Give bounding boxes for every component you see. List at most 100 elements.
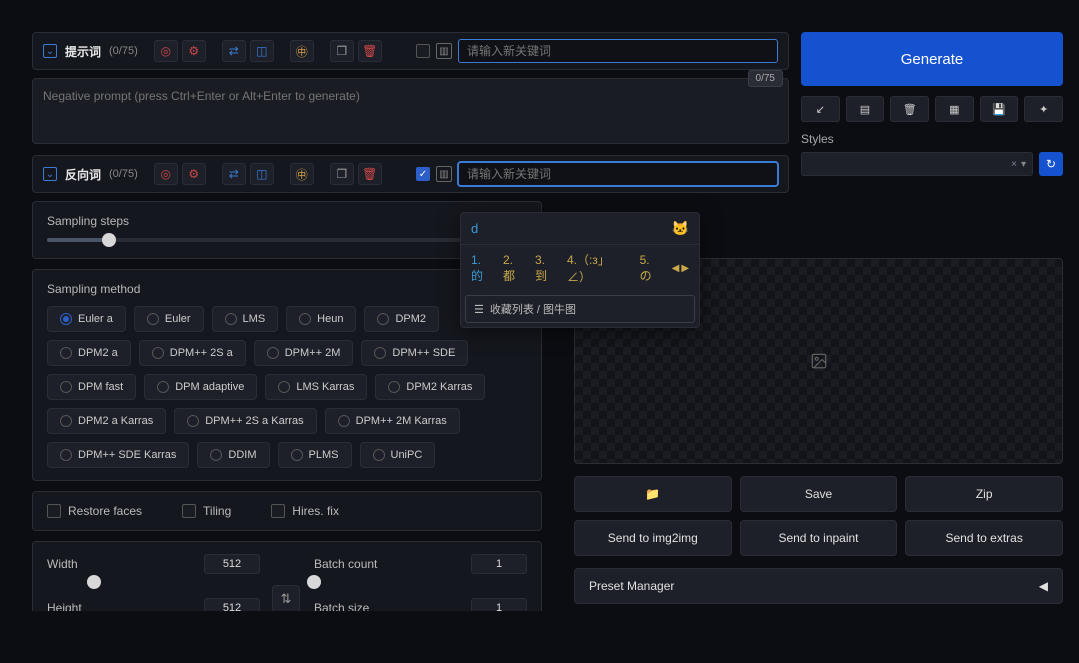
sampler-option[interactable]: DPM2 a bbox=[47, 340, 131, 366]
chevron-down-icon[interactable]: ⌄ bbox=[43, 44, 57, 58]
translate-icon[interactable]: ㊥ bbox=[290, 163, 314, 185]
trash-icon[interactable]: 🗑 bbox=[890, 96, 929, 122]
ime-candidate[interactable]: 3.到 bbox=[535, 253, 555, 284]
transfer-icon[interactable]: ⇄ bbox=[222, 40, 246, 62]
width-label: Width bbox=[47, 557, 78, 571]
ime-footer-text[interactable]: 收藏列表 / 图牛图 bbox=[490, 301, 576, 317]
batch-size-label: Batch size bbox=[314, 601, 369, 611]
target-icon[interactable]: ◎ bbox=[154, 40, 178, 62]
generate-button[interactable]: Generate bbox=[801, 32, 1063, 86]
sampler-option[interactable]: DPM++ SDE bbox=[361, 340, 468, 366]
clear-icon[interactable]: × bbox=[1011, 159, 1017, 170]
dimensions-panel: Width 512 Height 512 ⇅ Batch count bbox=[32, 541, 542, 611]
list-icon: ☰ bbox=[474, 303, 484, 316]
sampler-option[interactable]: DPM adaptive bbox=[144, 374, 257, 400]
sampler-option[interactable]: LMS bbox=[212, 306, 279, 332]
ime-candidate[interactable]: 4.（:з」∠） bbox=[567, 251, 628, 285]
arrow-icon[interactable]: ↙ bbox=[801, 96, 840, 122]
batch-size-value[interactable]: 1 bbox=[471, 598, 527, 611]
gear-icon[interactable]: ⚙ bbox=[182, 163, 206, 185]
target-icon[interactable]: ◎ bbox=[154, 163, 178, 185]
file-icon[interactable]: ▦ bbox=[935, 96, 974, 122]
radio-dot-icon bbox=[377, 313, 389, 325]
send-inpaint-button[interactable]: Send to inpaint bbox=[740, 520, 898, 556]
send-extras-button[interactable]: Send to extras bbox=[905, 520, 1063, 556]
preset-manager-accordion[interactable]: Preset Manager ◀ bbox=[574, 568, 1063, 604]
radio-dot-icon bbox=[388, 381, 400, 393]
trash-icon[interactable]: 🗑 bbox=[358, 40, 382, 62]
chevron-down-icon: ▾ bbox=[1021, 159, 1026, 170]
copy-icon[interactable]: ❐ bbox=[330, 40, 354, 62]
sampler-option[interactable]: DPM++ 2S a bbox=[139, 340, 246, 366]
radio-dot-icon bbox=[338, 415, 350, 427]
sampler-option[interactable]: DPM++ 2M bbox=[254, 340, 354, 366]
sampler-option[interactable]: DPM2 Karras bbox=[375, 374, 485, 400]
sampler-option[interactable]: Heun bbox=[286, 306, 356, 332]
trash-icon[interactable]: 🗑 bbox=[358, 163, 382, 185]
sampler-option[interactable]: UniPC bbox=[360, 442, 436, 468]
tiling-checkbox[interactable]: Tiling bbox=[182, 504, 231, 518]
book-icon[interactable]: ▥ bbox=[436, 166, 452, 182]
bookmark-icon[interactable]: ◫ bbox=[250, 163, 274, 185]
radio-dot-icon bbox=[299, 313, 311, 325]
ime-next-icon[interactable]: ▶ bbox=[681, 263, 689, 274]
ime-candidate[interactable]: 5.の bbox=[640, 253, 660, 284]
radio-dot-icon bbox=[374, 347, 386, 359]
checkbox-toggle[interactable] bbox=[416, 44, 430, 58]
sampler-option[interactable]: DPM fast bbox=[47, 374, 136, 400]
sampler-option[interactable]: LMS Karras bbox=[265, 374, 367, 400]
sampler-option[interactable]: Euler bbox=[134, 306, 204, 332]
ime-candidate[interactable]: 1.的 bbox=[471, 253, 491, 284]
emoji-icon[interactable]: 🐱 bbox=[672, 220, 689, 237]
prompt-negative-count: (0/75) bbox=[109, 168, 138, 180]
sampler-option[interactable]: Euler a bbox=[47, 306, 126, 332]
copy-icon[interactable]: ❐ bbox=[330, 163, 354, 185]
sampler-option[interactable]: DPM2 a Karras bbox=[47, 408, 166, 434]
radio-dot-icon bbox=[291, 449, 303, 461]
send-img2img-button[interactable]: Send to img2img bbox=[574, 520, 732, 556]
save-button[interactable]: Save bbox=[740, 476, 898, 512]
sampling-steps-slider[interactable] bbox=[47, 238, 527, 242]
checkbox-toggle[interactable]: ✓ bbox=[416, 167, 430, 181]
sampler-option[interactable]: PLMS bbox=[278, 442, 352, 468]
sparkle-icon[interactable]: ✦ bbox=[1024, 96, 1063, 122]
sampler-option[interactable]: DPM2 bbox=[364, 306, 439, 332]
radio-dot-icon bbox=[60, 415, 72, 427]
hires-fix-checkbox[interactable]: Hires. fix bbox=[271, 504, 339, 518]
height-value[interactable]: 512 bbox=[204, 598, 260, 611]
zip-button[interactable]: Zip bbox=[905, 476, 1063, 512]
keyword-input-negative[interactable] bbox=[458, 162, 778, 186]
ime-candidate[interactable]: 2.都 bbox=[503, 253, 523, 284]
negative-prompt-textarea[interactable] bbox=[32, 78, 789, 144]
book-icon[interactable]: ▥ bbox=[436, 43, 452, 59]
ime-prev-icon[interactable]: ◀ bbox=[672, 263, 680, 274]
radio-dot-icon bbox=[60, 347, 72, 359]
sampler-option[interactable]: DPM++ 2M Karras bbox=[325, 408, 460, 434]
transfer-icon[interactable]: ⇄ bbox=[222, 163, 246, 185]
styles-select[interactable]: ×▾ bbox=[801, 152, 1033, 176]
radio-dot-icon bbox=[60, 313, 72, 325]
clipboard-icon[interactable]: ▤ bbox=[846, 96, 885, 122]
prompt-negative-row: ⌄ 反向词 (0/75) ◎ ⚙ ⇄ ◫ ㊥ ❐ 🗑 ✓ ▥ bbox=[32, 155, 789, 193]
radio-dot-icon bbox=[210, 449, 222, 461]
swap-dimensions-button[interactable]: ⇅ bbox=[272, 585, 300, 611]
radio-dot-icon bbox=[157, 381, 169, 393]
neg-counter-badge: 0/75 bbox=[748, 70, 783, 87]
refresh-styles-button[interactable]: ↻ bbox=[1039, 152, 1063, 176]
gear-icon[interactable]: ⚙ bbox=[182, 40, 206, 62]
prompt-positive-count: (0/75) bbox=[109, 45, 138, 57]
sampler-option[interactable]: DPM++ 2S a Karras bbox=[174, 408, 316, 434]
chevron-down-icon[interactable]: ⌄ bbox=[43, 167, 57, 181]
keyword-input-positive[interactable] bbox=[458, 39, 778, 63]
save-icon[interactable]: 💾 bbox=[980, 96, 1019, 122]
sampler-option[interactable]: DDIM bbox=[197, 442, 269, 468]
translate-icon[interactable]: ㊥ bbox=[290, 40, 314, 62]
batch-count-value[interactable]: 1 bbox=[471, 554, 527, 574]
width-value[interactable]: 512 bbox=[204, 554, 260, 574]
restore-faces-checkbox[interactable]: Restore faces bbox=[47, 504, 142, 518]
sampler-option[interactable]: DPM++ SDE Karras bbox=[47, 442, 189, 468]
bookmark-icon[interactable]: ◫ bbox=[250, 40, 274, 62]
radio-dot-icon bbox=[373, 449, 385, 461]
radio-dot-icon bbox=[278, 381, 290, 393]
open-folder-button[interactable]: 📁 bbox=[574, 476, 732, 512]
